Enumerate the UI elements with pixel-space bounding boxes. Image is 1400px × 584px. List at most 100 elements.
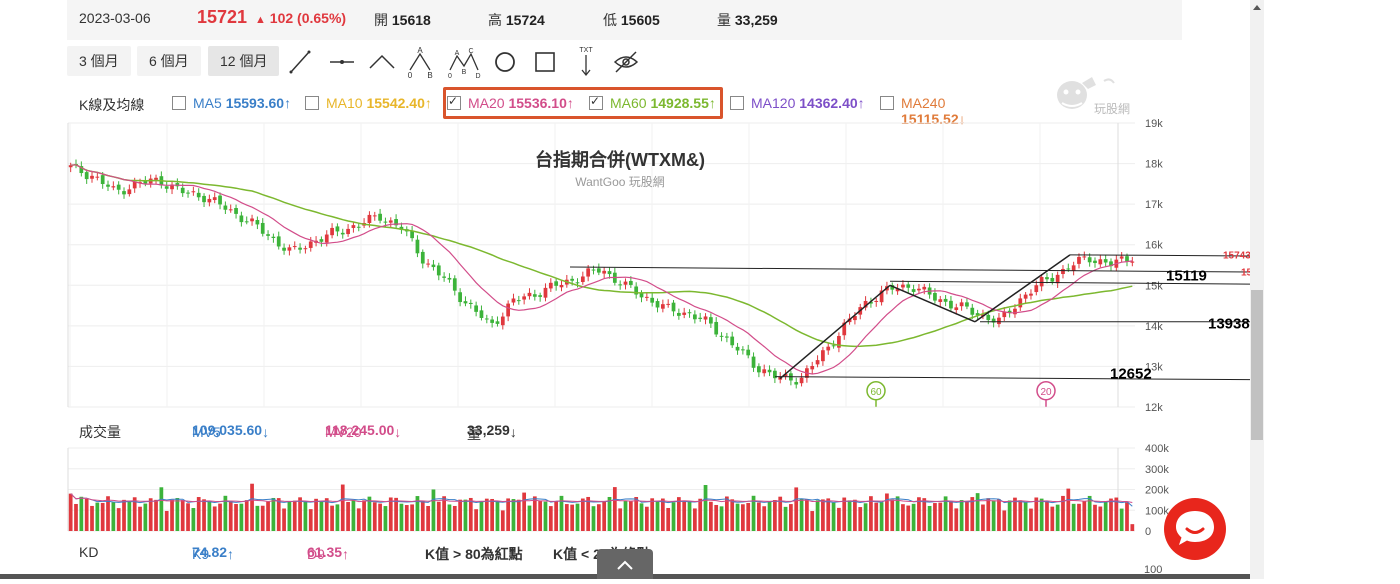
ma-checkbox-ma5[interactable] (172, 96, 186, 110)
volume-bar (292, 500, 297, 531)
candle-body (794, 382, 799, 385)
volume-bar (895, 496, 900, 531)
ma-checkbox-ma60[interactable] (589, 94, 603, 110)
chat-button[interactable] (1164, 498, 1226, 560)
volume-bar (709, 501, 713, 531)
candle-body (479, 310, 484, 318)
candle-body (741, 349, 745, 351)
candle-body (671, 302, 676, 312)
chevron-up-icon (617, 560, 633, 570)
circle-tool-icon[interactable] (490, 46, 520, 78)
candle-body (186, 192, 190, 194)
volume-bar (655, 501, 660, 531)
horizontal-line-icon[interactable] (327, 46, 357, 78)
candle-body (106, 184, 110, 187)
candle-body (1066, 268, 1071, 270)
volume-bar (116, 508, 121, 531)
volume-bar (426, 505, 430, 531)
scroll-up-icon[interactable] (1250, 0, 1264, 14)
volume-bar (922, 498, 927, 531)
candle-body (1077, 256, 1081, 264)
candle-body (959, 302, 964, 307)
volume-bar (596, 504, 601, 531)
annotation-label: 15306 (1241, 268, 1250, 279)
candle-body (639, 293, 644, 298)
period-12m-button[interactable]: 12 個月 (208, 46, 280, 76)
volume-bar (698, 498, 703, 531)
candle-body (532, 294, 537, 297)
candle-body (468, 302, 473, 304)
candle-body (821, 350, 825, 362)
candle-body (911, 289, 916, 292)
candle-body (917, 288, 921, 291)
volume-bar (314, 498, 318, 531)
text-tool-icon[interactable]: TXT (571, 46, 601, 78)
scrollbar-thumb[interactable] (1251, 290, 1263, 440)
volume-bar (783, 506, 788, 531)
ma-checkbox-ma120[interactable] (730, 96, 744, 110)
candle-body (436, 265, 441, 276)
ma-checkbox-ma10[interactable] (305, 96, 319, 110)
abc-pattern-icon[interactable]: A 0 B (406, 46, 436, 80)
y-tick-label: 18k (1145, 159, 1163, 171)
candle-body (997, 317, 1001, 325)
line-tool-icon[interactable] (285, 46, 315, 78)
volume-bar (74, 503, 78, 531)
volume-bar (90, 505, 94, 531)
volume-bar (911, 503, 916, 531)
hide-drawings-icon[interactable] (611, 46, 641, 78)
volume-bar (186, 503, 190, 531)
volume-bar (100, 502, 105, 531)
open-price: 開 15618 (374, 10, 431, 30)
candle-body (709, 317, 713, 324)
volume-bar (431, 489, 436, 531)
volume-bar (362, 500, 366, 531)
volume-bar (388, 497, 393, 531)
volume-bar (612, 487, 617, 531)
candle-body (212, 197, 217, 201)
period-3m-button[interactable]: 3 個月 (67, 46, 131, 76)
rectangle-tool-icon[interactable] (530, 46, 560, 78)
volume-bar (554, 501, 559, 531)
volume-bar (1071, 503, 1076, 531)
volume-bar (372, 502, 377, 531)
volume-bar (1029, 508, 1033, 531)
volume-bar (570, 504, 575, 531)
mv5-indicator: MV5 109,035.60 ↓ (192, 422, 269, 440)
volume-bar (1077, 503, 1081, 531)
ma-checkbox-ma20[interactable] (447, 94, 461, 110)
volume-bar (826, 498, 831, 531)
ma-checkbox-ma240[interactable] (880, 96, 894, 110)
candle-body (490, 319, 494, 323)
candle-body (628, 280, 633, 285)
volume-bar (762, 506, 767, 531)
candle-body (1023, 294, 1028, 299)
candle-body (239, 215, 244, 223)
abcd-pattern-icon[interactable]: A C 0 B D (447, 46, 480, 80)
volume-bar (1055, 504, 1060, 531)
candle-body (84, 172, 89, 180)
volume-bar (207, 501, 212, 531)
open-label: 開 (374, 12, 388, 28)
ma-name: MA120 (751, 95, 800, 111)
candle-body (682, 312, 687, 315)
volume-bar (1023, 502, 1028, 531)
volume: 量 33,259 (717, 10, 778, 30)
volume-bar (1125, 502, 1129, 531)
collapse-panel-button[interactable] (597, 549, 653, 579)
volume-bar (853, 499, 857, 531)
volume-bar (532, 496, 537, 531)
candle-body (692, 314, 697, 320)
volume-bar (746, 502, 751, 531)
angle-line-icon[interactable] (367, 46, 397, 78)
candle-body (1098, 259, 1103, 265)
candle-body (986, 314, 991, 321)
annotation-label: 15119 (1166, 267, 1207, 284)
volume-bar (842, 497, 847, 531)
volume-chart[interactable]: 400k300k200k100k0 (0, 440, 1250, 540)
candle-body (1013, 308, 1017, 315)
period-6m-button[interactable]: 6 個月 (137, 46, 201, 76)
volume-bar (676, 497, 681, 531)
volume-bar (479, 501, 484, 531)
candle-body (1045, 277, 1049, 280)
